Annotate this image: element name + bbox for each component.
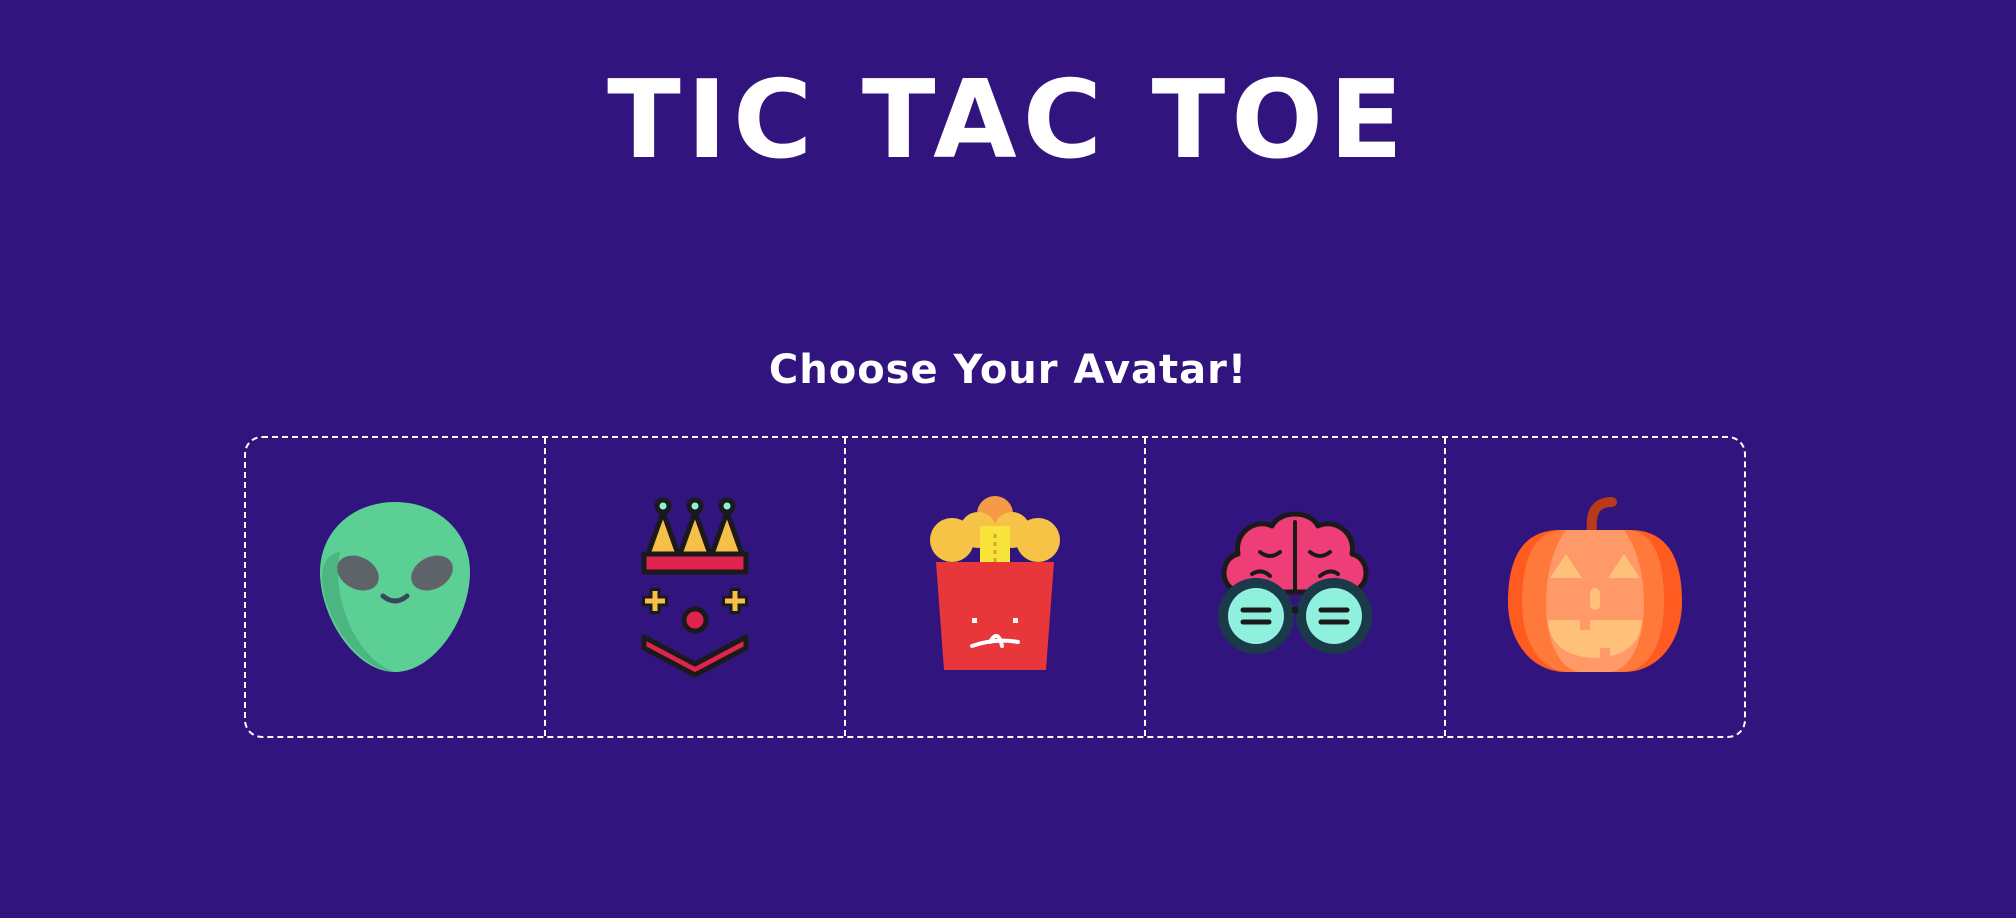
- clown-icon: [641, 497, 749, 678]
- pumpkin-icon: [1508, 497, 1682, 672]
- fries-icon: [930, 496, 1060, 670]
- avatar-option-clown[interactable]: [544, 438, 844, 736]
- choose-avatar-heading: Choose Your Avatar!: [768, 347, 1248, 393]
- avatar-option-brain[interactable]: [1144, 438, 1444, 736]
- avatar-picker: [244, 436, 1746, 738]
- alien-icon: [320, 502, 470, 672]
- game-title: TIC TAC TOE: [607, 58, 1409, 183]
- avatar-option-fries[interactable]: [844, 438, 1144, 736]
- avatar-option-pumpkin[interactable]: [1444, 438, 1744, 736]
- avatar-option-alien[interactable]: [246, 438, 544, 736]
- brain-with-glasses-icon: [1218, 511, 1372, 654]
